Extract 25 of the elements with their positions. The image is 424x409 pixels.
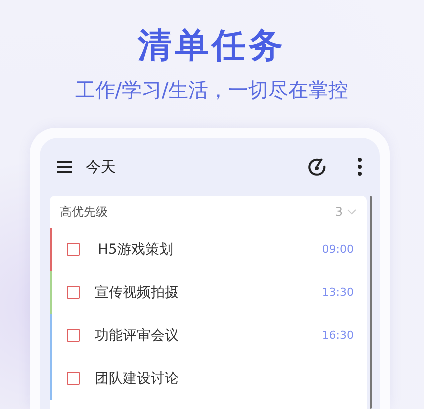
task-time: 09:00 — [322, 243, 354, 256]
checkbox[interactable] — [67, 286, 80, 299]
task-time: 13:30 — [322, 286, 354, 299]
task-time: 16:30 — [322, 329, 354, 342]
task-title: H5游戏策划 — [98, 240, 174, 258]
task-title: 功能评审会议 — [95, 326, 180, 344]
checkbox[interactable] — [67, 329, 80, 342]
checkbox[interactable] — [67, 243, 80, 256]
app-title: 清单任务 — [138, 26, 286, 66]
task-row[interactable]: 团队建设讨论 — [50, 357, 367, 400]
app-subtitle: 工作/学习/生活，一切尽在掌控 — [75, 78, 349, 102]
task-row[interactable]: H5游戏策划 09:00 — [50, 228, 367, 271]
task-title: 宣传视频拍摄 — [95, 284, 180, 302]
task-row[interactable]: 宣传视频拍摄 13:30 — [50, 271, 367, 314]
section-title: 高优先级 — [60, 204, 109, 220]
section-header[interactable]: 高优先级 3 — [50, 196, 367, 228]
checkbox[interactable] — [67, 372, 80, 385]
task-row[interactable]: 功能评审会议 16:30 — [50, 314, 367, 357]
more-icon[interactable] — [358, 158, 362, 176]
menu-icon[interactable] — [57, 160, 72, 174]
toolbar-title: 今天 — [86, 158, 117, 176]
timer-icon[interactable] — [308, 158, 326, 176]
task-count: 3 — [335, 205, 343, 219]
task-title: 团队建设讨论 — [95, 370, 180, 388]
scrollbar[interactable] — [370, 196, 372, 409]
